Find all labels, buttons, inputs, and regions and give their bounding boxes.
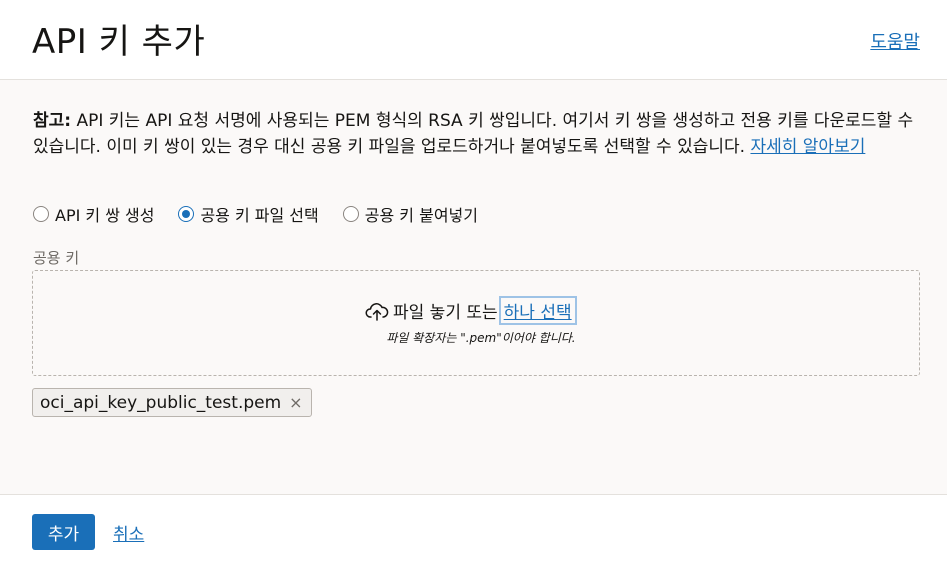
- radio-label: 공용 키 붙여넣기: [364, 206, 478, 225]
- choose-file-link[interactable]: 하나 선택: [498, 296, 577, 325]
- radio-label: API 키 쌍 생성: [55, 206, 155, 225]
- dialog-header: API 키 추가 도움말: [0, 0, 947, 80]
- learn-more-link[interactable]: 자세히 알아보기: [750, 137, 865, 157]
- radio-circle-icon[interactable]: [342, 206, 359, 222]
- radio-generate-key-pair[interactable]: API 키 쌍 생성: [33, 202, 154, 226]
- page-title: API 키 추가: [32, 22, 206, 62]
- help-link[interactable]: 도움말: [870, 28, 920, 54]
- remove-file-icon[interactable]: ×: [289, 393, 302, 412]
- file-name: oci_api_key_public_test.pem: [40, 392, 282, 413]
- radio-circle-icon[interactable]: [33, 206, 49, 222]
- key-option-group: API 키 쌍 생성 공용 키 파일 선택 공용 키 붙여넣기: [33, 202, 478, 226]
- add-button[interactable]: 추가: [32, 514, 95, 550]
- dropzone-prompt: 파일 놓기 또는 하나 선택: [365, 296, 577, 325]
- file-dropzone[interactable]: 파일 놓기 또는 하나 선택 파일 확장자는 ".pem"이어야 합니다.: [32, 270, 920, 376]
- public-key-label: 공용 키: [33, 249, 80, 267]
- cloud-upload-icon: [365, 302, 389, 321]
- radio-label: 공용 키 파일 선택: [200, 206, 319, 225]
- cancel-link[interactable]: 취소: [113, 520, 144, 545]
- radio-choose-public-key-file[interactable]: 공용 키 파일 선택: [178, 202, 319, 226]
- dialog-footer: 추가 취소: [0, 494, 947, 566]
- info-note: 참고: API 키는 API 요청 서명에 사용되는 PEM 형식의 RSA 키…: [33, 108, 918, 160]
- dialog-body: 참고: API 키는 API 요청 서명에 사용되는 PEM 형식의 RSA 키…: [0, 80, 947, 494]
- file-extension-hint: 파일 확장자는 ".pem"이어야 합니다.: [386, 331, 576, 345]
- note-label: 참고:: [33, 111, 72, 131]
- drop-text: 파일 놓기 또는: [393, 303, 498, 323]
- radio-paste-public-key[interactable]: 공용 키 붙여넣기: [342, 202, 478, 226]
- radio-selected-icon[interactable]: [178, 206, 195, 222]
- selected-file-chip: oci_api_key_public_test.pem ×: [32, 388, 312, 417]
